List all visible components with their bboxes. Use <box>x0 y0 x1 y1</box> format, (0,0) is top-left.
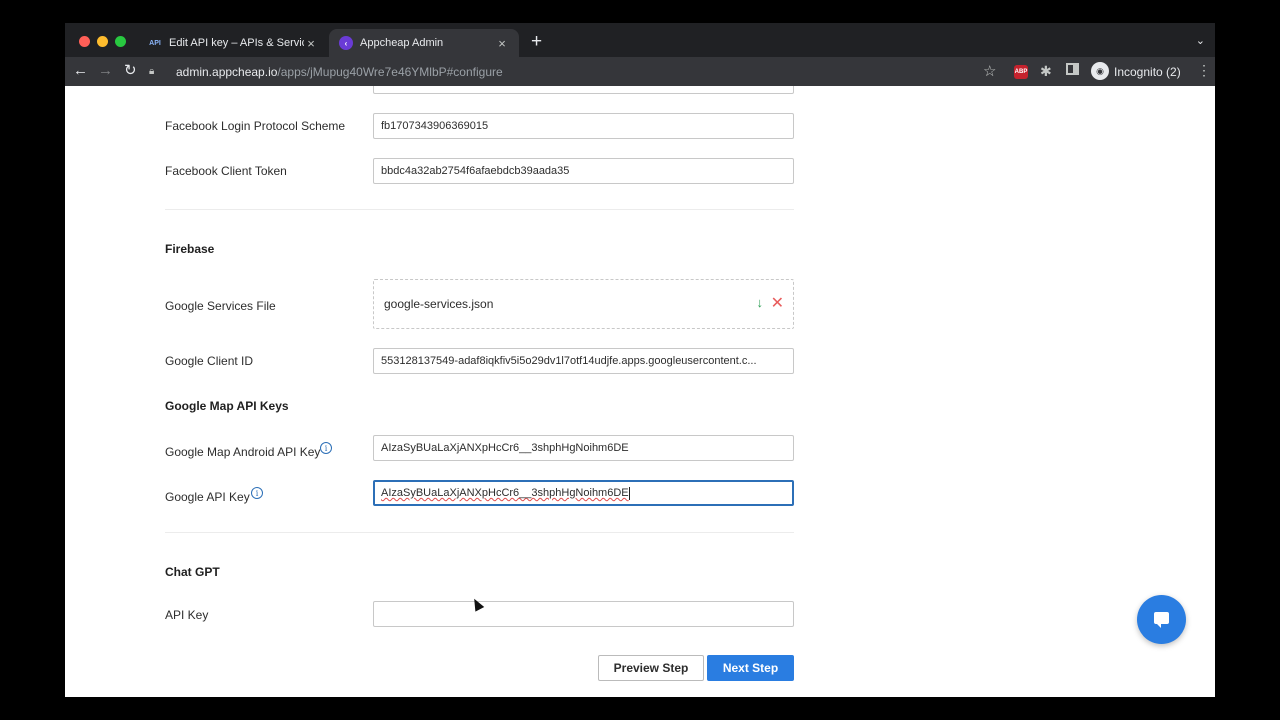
appcheap-logo-icon: ‹ <box>339 36 353 50</box>
api-key-input[interactable]: AIzaSyBUaLaXjANXpHcCr6__3shphHgNoihm6DE <box>373 480 794 506</box>
facebook-protocol-label: Facebook Login Protocol Scheme <box>165 119 346 133</box>
tab-title: Appcheap Admin <box>360 37 444 49</box>
url-path: /apps/jMupug40Wre7e46YMlbP#configure <box>277 64 503 79</box>
tab-appcheap-admin[interactable]: ‹ Appcheap Admin × <box>329 29 519 57</box>
forward-arrow-icon[interactable]: → <box>98 62 113 80</box>
chat-bubble-icon <box>1154 612 1169 628</box>
preview-step-button[interactable]: Preview Step <box>598 655 704 681</box>
chatgpt-heading: Chat GPT <box>165 565 220 579</box>
client-id-input[interactable]: 553128137549-adaf8iqkfiv5i5o29dv1l7otf14… <box>373 348 794 374</box>
close-window-button[interactable] <box>79 36 90 47</box>
chatgpt-key-label: API Key <box>165 608 209 622</box>
field-value: AIzaSyBUaLaXjANXpHcCr6__3shphHgNoihm6DE <box>381 442 629 454</box>
incognito-label[interactable]: Incognito (2) <box>1114 65 1181 79</box>
close-tab-icon[interactable]: × <box>304 36 318 51</box>
url-host: admin.appcheap.io <box>176 64 278 79</box>
client-id-label: Google Client ID <box>165 354 254 368</box>
address-bar[interactable]: 🔒︎ admin.appcheap.io/apps/jMupug40Wre7e4… <box>149 58 1007 85</box>
close-tab-icon[interactable]: × <box>495 36 509 51</box>
chevron-down-icon[interactable]: ⌄ <box>1196 34 1205 47</box>
api-favicon-icon: API <box>149 39 161 47</box>
services-file-name: google-services.json <box>384 297 494 311</box>
info-icon[interactable]: i <box>320 442 332 454</box>
next-step-button[interactable]: Next Step <box>707 655 794 681</box>
new-tab-icon[interactable]: + <box>531 32 542 52</box>
page-content: Facebook Login Protocol Scheme fb1707343… <box>65 86 1215 697</box>
back-arrow-icon[interactable]: ← <box>73 62 88 80</box>
tab-title: Edit API key – APIs & Services <box>169 37 304 49</box>
divider <box>165 532 794 533</box>
browser-toolbar: ← → ↻ 🔒︎ admin.appcheap.io/apps/jMupug40… <box>65 57 1215 86</box>
firebase-heading: Firebase <box>165 242 215 256</box>
minimize-window-button[interactable] <box>97 36 108 47</box>
field-value: 553128137549-adaf8iqkfiv5i5o29dv1l7otf14… <box>381 355 757 367</box>
info-icon[interactable]: i <box>251 487 263 499</box>
divider <box>165 209 794 210</box>
adblock-icon[interactable]: ABP <box>1014 65 1028 79</box>
tab-api-key[interactable]: API Edit API key – APIs & Services × <box>138 29 328 57</box>
remove-icon[interactable]: ✕ <box>771 293 784 313</box>
puzzle-icon[interactable]: ✱ <box>1040 63 1052 80</box>
field-value: bbdc4a32ab2754f6afaebdcb39aada35 <box>381 165 570 177</box>
download-icon[interactable]: ↓ <box>757 295 764 310</box>
text-caret <box>628 486 630 500</box>
chat-button[interactable] <box>1137 595 1186 644</box>
field-value: fb1707343906369015 <box>381 120 489 132</box>
android-key-label: Google Map Android API Key <box>165 445 321 459</box>
services-file-dropzone[interactable]: google-services.json ↓ ✕ <box>373 279 794 329</box>
browser-window: API Edit API key – APIs & Services × ‹ A… <box>65 23 1215 697</box>
maps-heading: Google Map API Keys <box>165 399 289 413</box>
lock-icon: 🔒︎ <box>149 66 155 77</box>
previous-field-input[interactable] <box>373 86 794 94</box>
reload-icon[interactable]: ↻ <box>124 62 137 80</box>
services-file-label: Google Services File <box>165 299 276 313</box>
side-panel-icon[interactable] <box>1066 63 1079 75</box>
chatgpt-key-input[interactable] <box>373 601 794 627</box>
kebab-menu-icon[interactable]: ⋮ <box>1197 62 1211 79</box>
field-value: AIzaSyBUaLaXjANXpHcCr6__3shphHgNoihm6DE <box>381 487 629 499</box>
api-key-label: Google API Key <box>165 490 250 504</box>
facebook-protocol-input[interactable]: fb1707343906369015 <box>373 113 794 139</box>
android-key-input[interactable]: AIzaSyBUaLaXjANXpHcCr6__3shphHgNoihm6DE <box>373 435 794 461</box>
facebook-token-label: Facebook Client Token <box>165 164 287 178</box>
incognito-icon[interactable]: ◉ <box>1091 62 1109 80</box>
maximize-window-button[interactable] <box>115 36 126 47</box>
facebook-token-input[interactable]: bbdc4a32ab2754f6afaebdcb39aada35 <box>373 158 794 184</box>
star-icon[interactable]: ☆ <box>983 62 996 80</box>
tab-strip: API Edit API key – APIs & Services × ‹ A… <box>65 23 1215 57</box>
